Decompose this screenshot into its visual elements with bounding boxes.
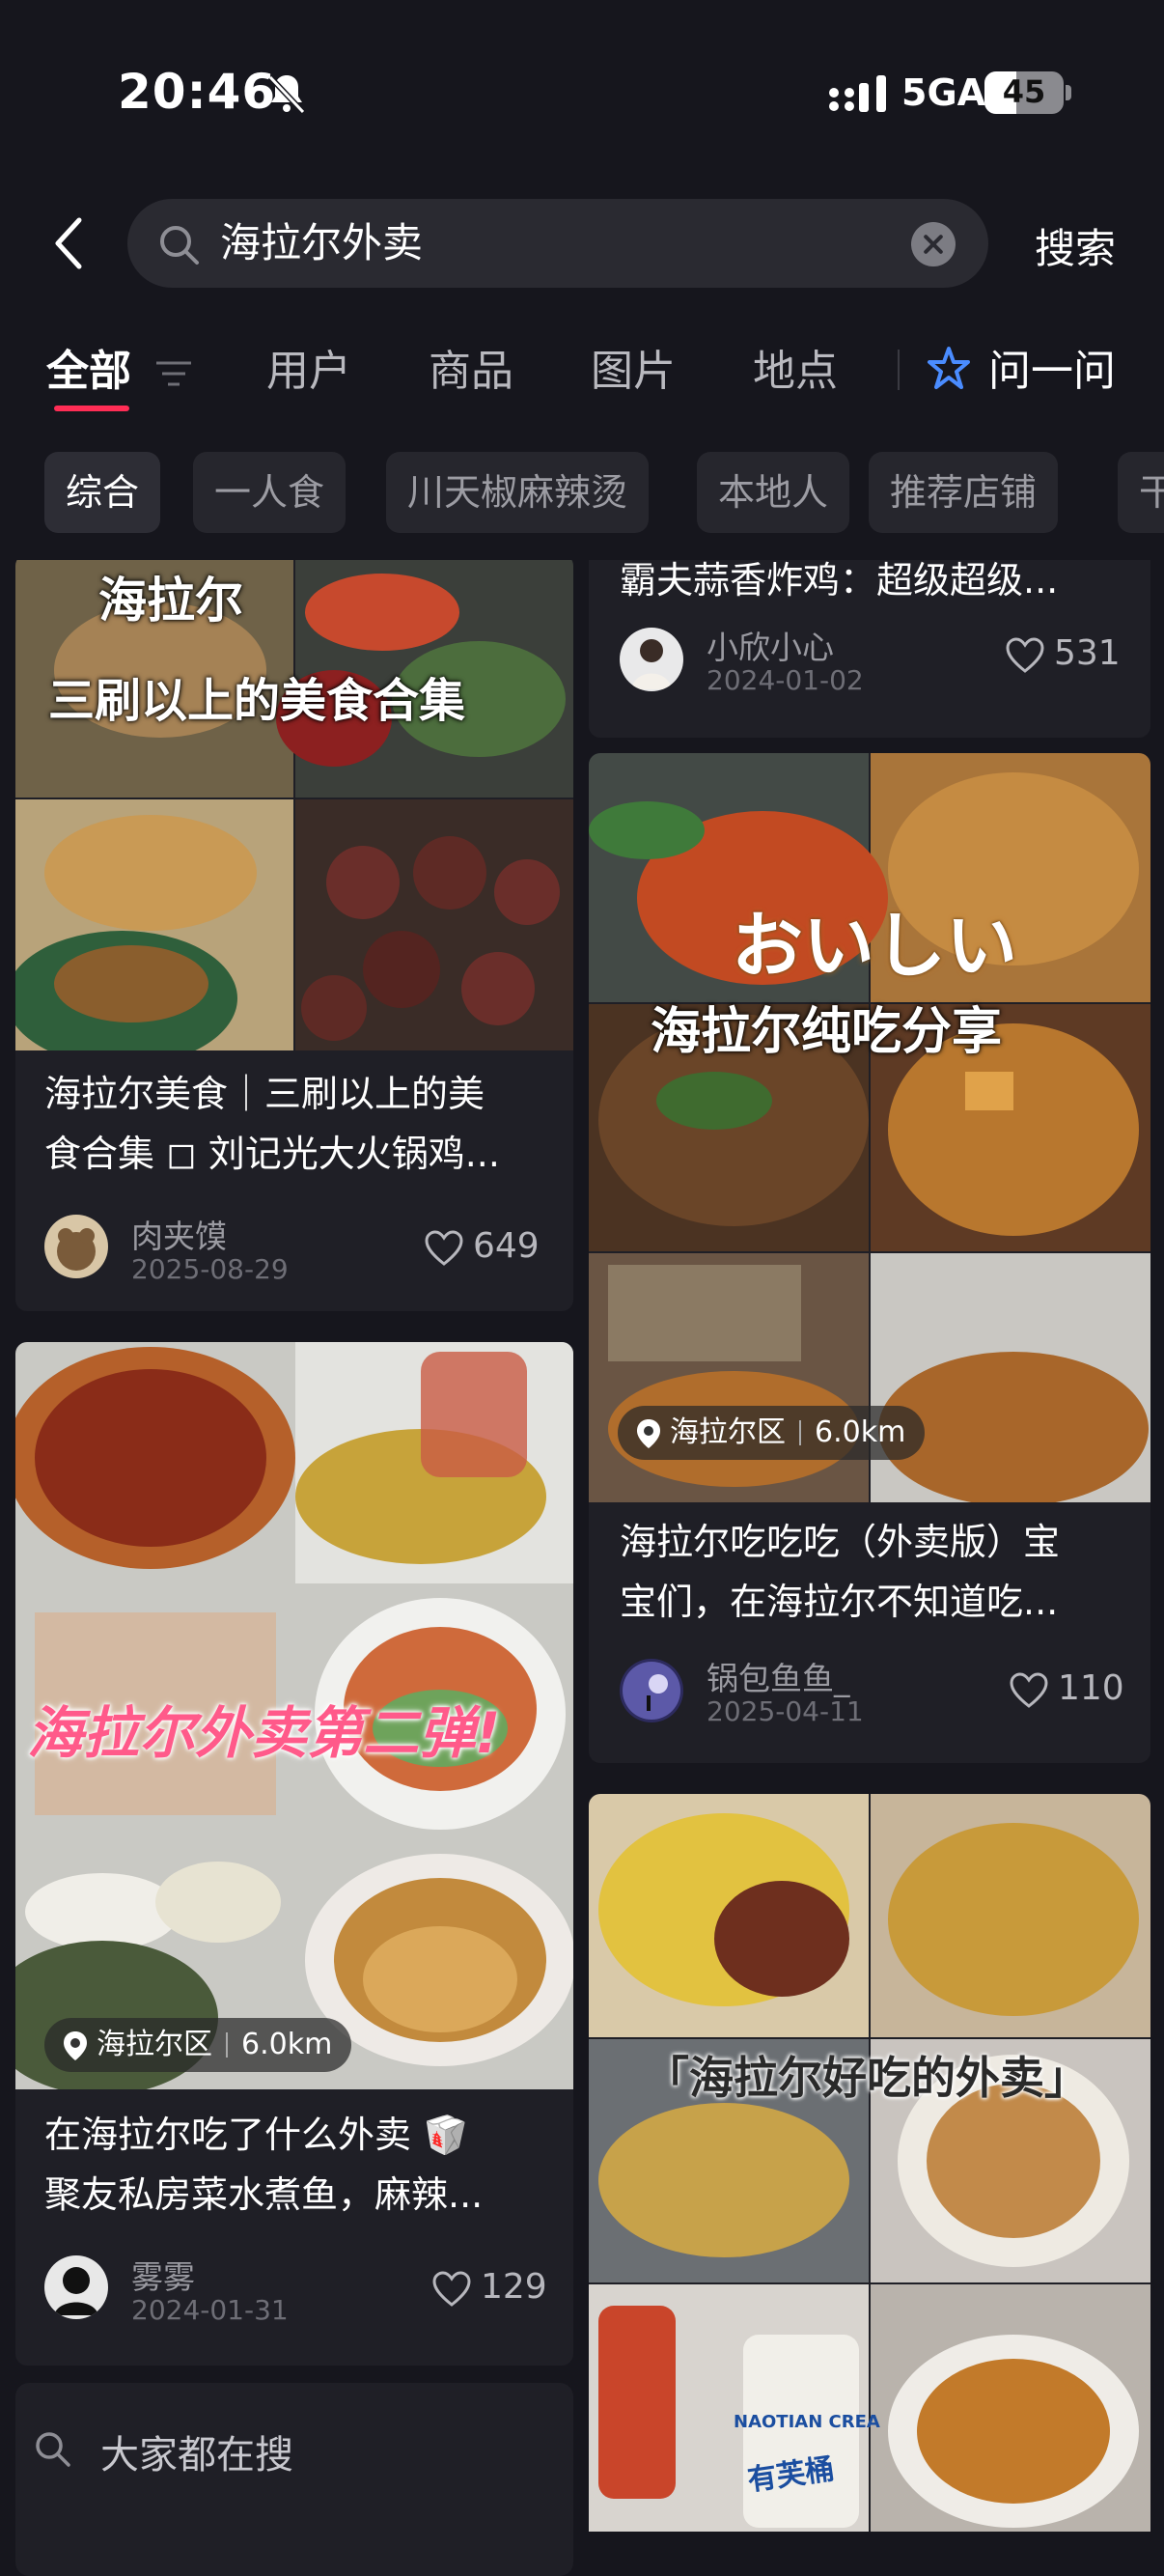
search-bar[interactable]: 海拉尔外卖 [127, 199, 988, 288]
cover-overlay-title: 「海拉尔好吃的外卖」 [645, 2052, 1089, 2104]
like-count: 531 [1054, 633, 1121, 673]
status-bar: 20:46 5GA 45 [0, 0, 1164, 183]
post-date: 2024-01-02 [707, 664, 864, 696]
tab-ask[interactable]: 问一问 [988, 338, 1116, 406]
post-card[interactable]: おいしい 海拉尔纯吃分享 海拉尔区 6.0km 海拉尔吃吃吃（外卖版）宝 宝们，在… [589, 753, 1150, 1763]
post-cover-image: 海拉尔 三刷以上的美食合集 [15, 560, 573, 1050]
post-card[interactable]: 「海拉尔好吃的外卖」 有芙桶 NAOTIAN CREA [589, 1794, 1150, 2532]
ask-ai-icon[interactable] [925, 346, 973, 394]
post-cover-image: 「海拉尔好吃的外卖」 有芙桶 NAOTIAN CREA [589, 1794, 1150, 2532]
location-name: 海拉尔区 [97, 2028, 212, 2061]
like-count: 129 [481, 2267, 547, 2307]
chip-recommended-shops[interactable]: 推荐店铺 [869, 452, 1059, 533]
post-title-line: 霸夫蒜香炸鸡：超级超级... [620, 560, 1059, 602]
location-pin-icon [637, 1419, 660, 1448]
post-cover-image: おいしい 海拉尔纯吃分享 海拉尔区 6.0km [589, 753, 1150, 1502]
author-name[interactable]: 小欣小心 [707, 622, 834, 668]
like-heart-icon[interactable] [1010, 1672, 1048, 1709]
post-cover-image: 海拉尔外卖第二弹! 海拉尔区 6.0km [15, 1342, 573, 2089]
location-distance: 6.0km [241, 2028, 333, 2061]
tab-places[interactable]: 地点 [753, 338, 838, 406]
network-type: 5GA [901, 71, 986, 114]
avatar[interactable] [620, 628, 683, 691]
cover-overlay-title: 海拉尔 [98, 573, 243, 629]
chip-solo-meal[interactable]: 一人食 [193, 452, 346, 533]
post-title-line: 宝们，在海拉尔不知道吃... [620, 1581, 1059, 1623]
results-feed: 海拉尔 三刷以上的美食合集 海拉尔美食｜三刷以上的美 食合集 ◻ 刘记光大火锅鸡… [0, 560, 1164, 2532]
post-card[interactable]: 海拉尔外卖第二弹! 海拉尔区 6.0km 在海拉尔吃了什么外卖 🥡 聚友私房菜水煮… [15, 1342, 573, 2366]
cover-overlay-title: 海拉尔外卖第二弹! [27, 1700, 501, 1766]
battery-tip [1066, 85, 1071, 100]
post-title-line: 海拉尔美食｜三刷以上的美 [44, 1073, 485, 1115]
package-brand: NAOTIAN CREA [734, 2412, 880, 2432]
like-count: 649 [473, 1226, 540, 1266]
status-time: 20:46 [118, 64, 277, 120]
chip-locals[interactable]: 本地人 [697, 452, 850, 533]
location-pin-icon [64, 2031, 87, 2060]
tab-divider [898, 350, 900, 390]
chip-comprehensive[interactable]: 综合 [44, 452, 161, 533]
tab-all[interactable]: 全部 [46, 338, 131, 406]
tab-images[interactable]: 图片 [591, 338, 676, 406]
active-tab-indicator [54, 406, 129, 411]
search-input[interactable]: 海拉尔外卖 [220, 216, 423, 270]
avatar[interactable] [620, 1659, 683, 1722]
post-date: 2024-01-31 [131, 2294, 289, 2326]
mute-bell-icon [267, 74, 306, 115]
author-name[interactable]: 雾雾 [131, 2252, 195, 2298]
search-icon [160, 226, 199, 265]
like-heart-icon[interactable] [1006, 637, 1044, 674]
post-date: 2025-08-29 [131, 1253, 289, 1285]
tab-users[interactable]: 用户 [266, 338, 351, 406]
post-title-line: 聚友私房菜水煮鱼，麻辣... [44, 2173, 484, 2216]
back-arrow-icon[interactable] [46, 214, 93, 272]
trending-searches-label: 大家都在搜 [100, 2433, 293, 2478]
cover-overlay-subtitle: 海拉尔纯吃分享 [651, 1003, 1003, 1061]
post-date: 2025-04-11 [707, 1695, 864, 1727]
trending-searches-card[interactable] [15, 2383, 573, 2576]
post-title-line: 食合集 ◻ 刘记光大火锅鸡... [44, 1133, 500, 1175]
location-distance: 6.0km [815, 1415, 906, 1449]
cellular-signal-icon [829, 75, 886, 112]
avatar[interactable] [44, 1215, 108, 1278]
author-name[interactable]: 肉夹馍 [131, 1211, 227, 1257]
post-title-line: 海拉尔吃吃吃（外卖版）宝 [620, 1521, 1061, 1563]
like-count: 110 [1058, 1668, 1124, 1708]
search-icon [36, 2432, 70, 2467]
cover-overlay-subtitle: 三刷以上的美食合集 [48, 674, 466, 728]
battery-icon: 45 [984, 71, 1064, 114]
avatar[interactable] [44, 2255, 108, 2319]
location-name: 海拉尔区 [670, 1415, 786, 1449]
cover-overlay-title: おいしい [732, 905, 1017, 988]
post-card[interactable]: 霸夫蒜香炸鸡：超级超级... 小欣小心 2024-01-02 531 [589, 560, 1150, 738]
like-heart-icon[interactable] [425, 1230, 463, 1267]
clear-search-icon[interactable] [911, 222, 956, 266]
location-pill[interactable]: 海拉尔区 6.0km [618, 1406, 926, 1460]
tab-products[interactable]: 商品 [429, 338, 513, 406]
like-heart-icon[interactable] [432, 2271, 471, 2308]
filter-chips: 综合 一人食 川天椒麻辣烫 本地人 推荐店铺 干 [0, 452, 1164, 535]
chip-spicy-hotpot[interactable]: 川天椒麻辣烫 [386, 452, 650, 533]
post-card[interactable]: 海拉尔 三刷以上的美食合集 海拉尔美食｜三刷以上的美 食合集 ◻ 刘记光大火锅鸡… [15, 560, 573, 1311]
filter-icon[interactable] [154, 359, 193, 388]
post-title-line: 在海拉尔吃了什么外卖 🥡 [44, 2114, 469, 2156]
search-submit-button[interactable]: 搜索 [1035, 216, 1116, 275]
author-name[interactable]: 锅包鱼鱼_ [707, 1653, 850, 1699]
location-pill[interactable]: 海拉尔区 6.0km [44, 2018, 352, 2072]
battery-level: 45 [1002, 73, 1046, 110]
chip-more[interactable]: 干 [1118, 452, 1164, 533]
